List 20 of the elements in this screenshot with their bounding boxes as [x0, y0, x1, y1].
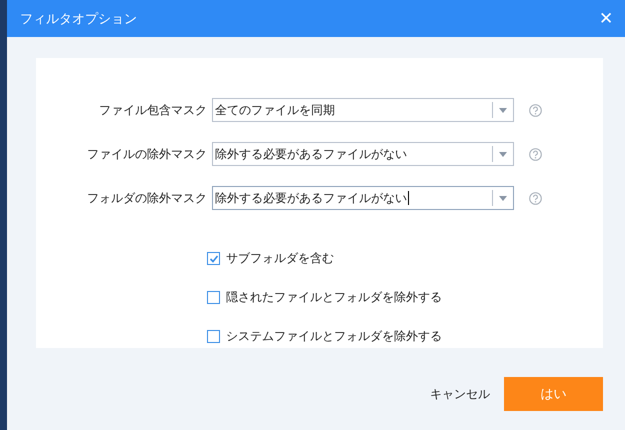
mask-combo-box[interactable]: 除外する必要があるファイルがない: [212, 142, 514, 166]
dropdown-arrow-icon[interactable]: [499, 152, 507, 156]
help-icon[interactable]: [529, 104, 542, 116]
checkbox[interactable]: [207, 252, 220, 265]
dropdown-arrow-icon[interactable]: [499, 196, 507, 200]
window-title: フィルタオプション: [20, 10, 137, 28]
checkbox[interactable]: [207, 291, 220, 304]
mask-label: フォルダの除外マスク: [86, 190, 207, 206]
checkbox-label: 隠されたファイルとフォルダを除外する: [226, 289, 442, 306]
checkbox[interactable]: [207, 330, 220, 343]
checkbox-label: サブフォルダを含む: [226, 250, 334, 267]
help-icon[interactable]: [529, 148, 542, 160]
mask-combo-box[interactable]: 全てのファイルを同期: [212, 98, 514, 122]
help-icon[interactable]: [529, 192, 542, 204]
checkbox-label: システムファイルとフォルダを除外する: [226, 328, 442, 345]
mask-label: ファイル包含マスク: [98, 102, 207, 118]
cancel-button[interactable]: キャンセル: [426, 382, 494, 406]
dropdown-arrow-icon[interactable]: [499, 108, 507, 112]
mask-combo-box[interactable]: 除外する必要があるファイルがない: [212, 186, 514, 210]
mask-label: ファイルの除外マスク: [86, 146, 207, 162]
